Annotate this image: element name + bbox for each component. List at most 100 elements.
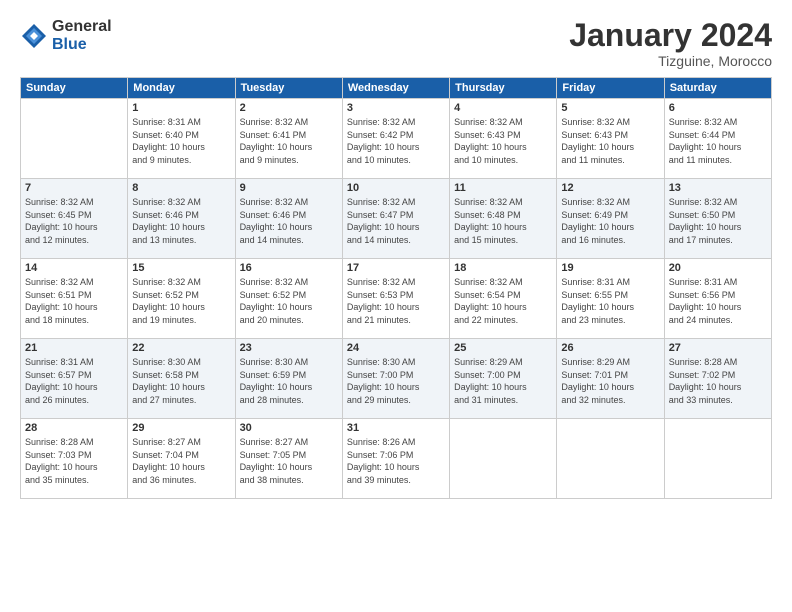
- day-number: 26: [561, 342, 659, 354]
- calendar-cell: [664, 419, 771, 499]
- calendar-cell: 1 Sunrise: 8:31 AMSunset: 6:40 PMDaylight…: [128, 99, 235, 179]
- day-number: 12: [561, 182, 659, 194]
- calendar-cell: 11 Sunrise: 8:32 AMSunset: 6:48 PMDayligh…: [450, 179, 557, 259]
- day-number: 1: [132, 102, 230, 114]
- logo-icon: [20, 22, 48, 50]
- location: Tizguine, Morocco: [569, 53, 772, 69]
- calendar-cell: [21, 99, 128, 179]
- calendar-cell: 10 Sunrise: 8:32 AMSunset: 6:47 PMDayligh…: [342, 179, 449, 259]
- calendar-cell: 29 Sunrise: 8:27 AMSunset: 7:04 PMDayligh…: [128, 419, 235, 499]
- calendar-cell: 8 Sunrise: 8:32 AMSunset: 6:46 PMDaylight…: [128, 179, 235, 259]
- day-number: 17: [347, 262, 445, 274]
- calendar-cell: 22Sunrise: 8:30 AMSunset: 6:58 PMDayligh…: [128, 339, 235, 419]
- day-number: 23: [240, 342, 338, 354]
- day-number: 14: [25, 262, 123, 274]
- day-number: 5: [561, 102, 659, 114]
- calendar-cell: 18 Sunrise: 8:32 AMSunset: 6:54 PMDayligh…: [450, 259, 557, 339]
- day-info: Sunrise: 8:32 AMSunset: 6:41 PMDaylight:…: [240, 116, 338, 166]
- week-row-2: 7 Sunrise: 8:32 AMSunset: 6:45 PMDaylight…: [21, 179, 772, 259]
- day-info: Sunrise: 8:32 AMSunset: 6:53 PMDaylight:…: [347, 276, 445, 326]
- header-row: Sunday Monday Tuesday Wednesday Thursday…: [21, 78, 772, 99]
- day-info: Sunrise: 8:28 AMSunset: 7:02 PMDaylight:…: [669, 356, 767, 406]
- week-row-5: 28Sunrise: 8:28 AMSunset: 7:03 PMDayligh…: [21, 419, 772, 499]
- calendar-cell: 6Sunrise: 8:32 AMSunset: 6:44 PMDaylight…: [664, 99, 771, 179]
- col-saturday: Saturday: [664, 78, 771, 99]
- day-info: Sunrise: 8:29 AMSunset: 7:00 PMDaylight:…: [454, 356, 552, 406]
- day-info: Sunrise: 8:32 AMSunset: 6:52 PMDaylight:…: [132, 276, 230, 326]
- day-info: Sunrise: 8:30 AMSunset: 7:00 PMDaylight:…: [347, 356, 445, 406]
- calendar-cell: 17 Sunrise: 8:32 AMSunset: 6:53 PMDayligh…: [342, 259, 449, 339]
- day-info: Sunrise: 8:32 AMSunset: 6:47 PMDaylight:…: [347, 196, 445, 246]
- day-number: 7: [25, 182, 123, 194]
- day-number: 4: [454, 102, 552, 114]
- col-monday: Monday: [128, 78, 235, 99]
- calendar-cell: 12 Sunrise: 8:32 AMSunset: 6:49 PMDayligh…: [557, 179, 664, 259]
- day-info: Sunrise: 8:28 AMSunset: 7:03 PMDaylight:…: [25, 436, 123, 486]
- calendar-table: Sunday Monday Tuesday Wednesday Thursday…: [20, 77, 772, 499]
- day-info: Sunrise: 8:32 AMSunset: 6:48 PMDaylight:…: [454, 196, 552, 246]
- calendar-cell: 24 Sunrise: 8:30 AMSunset: 7:00 PMDayligh…: [342, 339, 449, 419]
- day-number: 18: [454, 262, 552, 274]
- week-row-1: 1 Sunrise: 8:31 AMSunset: 6:40 PMDaylight…: [21, 99, 772, 179]
- day-info: Sunrise: 8:32 AMSunset: 6:50 PMDaylight:…: [669, 196, 767, 246]
- calendar-cell: 4 Sunrise: 8:32 AMSunset: 6:43 PMDaylight…: [450, 99, 557, 179]
- week-row-4: 21 Sunrise: 8:31 AMSunset: 6:57 PMDayligh…: [21, 339, 772, 419]
- col-tuesday: Tuesday: [235, 78, 342, 99]
- day-number: 16: [240, 262, 338, 274]
- day-number: 10: [347, 182, 445, 194]
- day-number: 11: [454, 182, 552, 194]
- col-wednesday: Wednesday: [342, 78, 449, 99]
- day-number: 9: [240, 182, 338, 194]
- calendar-cell: 21 Sunrise: 8:31 AMSunset: 6:57 PMDayligh…: [21, 339, 128, 419]
- calendar-cell: 27Sunrise: 8:28 AMSunset: 7:02 PMDayligh…: [664, 339, 771, 419]
- day-number: 13: [669, 182, 767, 194]
- day-number: 24: [347, 342, 445, 354]
- logo-general: General: [52, 18, 112, 36]
- col-friday: Friday: [557, 78, 664, 99]
- day-info: Sunrise: 8:32 AMSunset: 6:54 PMDaylight:…: [454, 276, 552, 326]
- day-number: 20: [669, 262, 767, 274]
- day-number: 21: [25, 342, 123, 354]
- calendar-cell: 7 Sunrise: 8:32 AMSunset: 6:45 PMDaylight…: [21, 179, 128, 259]
- calendar-cell: 25 Sunrise: 8:29 AMSunset: 7:00 PMDayligh…: [450, 339, 557, 419]
- page: General Blue January 2024 Tizguine, Moro…: [0, 0, 792, 612]
- calendar-cell: 5Sunrise: 8:32 AMSunset: 6:43 PMDaylight…: [557, 99, 664, 179]
- day-number: 15: [132, 262, 230, 274]
- title-area: January 2024 Tizguine, Morocco: [569, 18, 772, 69]
- month-title: January 2024: [569, 18, 772, 53]
- col-sunday: Sunday: [21, 78, 128, 99]
- day-number: 31: [347, 422, 445, 434]
- logo-text: General Blue: [52, 18, 112, 53]
- day-info: Sunrise: 8:32 AMSunset: 6:44 PMDaylight:…: [669, 116, 767, 166]
- day-info: Sunrise: 8:31 AMSunset: 6:55 PMDaylight:…: [561, 276, 659, 326]
- calendar-cell: 16Sunrise: 8:32 AMSunset: 6:52 PMDayligh…: [235, 259, 342, 339]
- day-info: Sunrise: 8:27 AMSunset: 7:04 PMDaylight:…: [132, 436, 230, 486]
- day-info: Sunrise: 8:31 AMSunset: 6:40 PMDaylight:…: [132, 116, 230, 166]
- calendar-cell: 28Sunrise: 8:28 AMSunset: 7:03 PMDayligh…: [21, 419, 128, 499]
- calendar-cell: 26Sunrise: 8:29 AMSunset: 7:01 PMDayligh…: [557, 339, 664, 419]
- day-info: Sunrise: 8:27 AMSunset: 7:05 PMDaylight:…: [240, 436, 338, 486]
- day-number: 25: [454, 342, 552, 354]
- calendar-cell: 13 Sunrise: 8:32 AMSunset: 6:50 PMDayligh…: [664, 179, 771, 259]
- day-info: Sunrise: 8:32 AMSunset: 6:45 PMDaylight:…: [25, 196, 123, 246]
- day-info: Sunrise: 8:32 AMSunset: 6:46 PMDaylight:…: [132, 196, 230, 246]
- day-info: Sunrise: 8:32 AMSunset: 6:43 PMDaylight:…: [454, 116, 552, 166]
- calendar-cell: 2 Sunrise: 8:32 AMSunset: 6:41 PMDaylight…: [235, 99, 342, 179]
- day-number: 2: [240, 102, 338, 114]
- day-info: Sunrise: 8:32 AMSunset: 6:49 PMDaylight:…: [561, 196, 659, 246]
- calendar-cell: 9Sunrise: 8:32 AMSunset: 6:46 PMDaylight…: [235, 179, 342, 259]
- calendar-cell: 15 Sunrise: 8:32 AMSunset: 6:52 PMDayligh…: [128, 259, 235, 339]
- day-number: 29: [132, 422, 230, 434]
- day-number: 8: [132, 182, 230, 194]
- calendar-cell: 31Sunrise: 8:26 AMSunset: 7:06 PMDayligh…: [342, 419, 449, 499]
- day-info: Sunrise: 8:32 AMSunset: 6:51 PMDaylight:…: [25, 276, 123, 326]
- calendar-cell: [557, 419, 664, 499]
- col-thursday: Thursday: [450, 78, 557, 99]
- day-info: Sunrise: 8:31 AMSunset: 6:57 PMDaylight:…: [25, 356, 123, 406]
- logo: General Blue: [20, 18, 112, 53]
- calendar-cell: 14 Sunrise: 8:32 AMSunset: 6:51 PMDayligh…: [21, 259, 128, 339]
- calendar-cell: 30Sunrise: 8:27 AMSunset: 7:05 PMDayligh…: [235, 419, 342, 499]
- day-number: 22: [132, 342, 230, 354]
- day-info: Sunrise: 8:30 AMSunset: 6:59 PMDaylight:…: [240, 356, 338, 406]
- calendar-cell: 3Sunrise: 8:32 AMSunset: 6:42 PMDaylight…: [342, 99, 449, 179]
